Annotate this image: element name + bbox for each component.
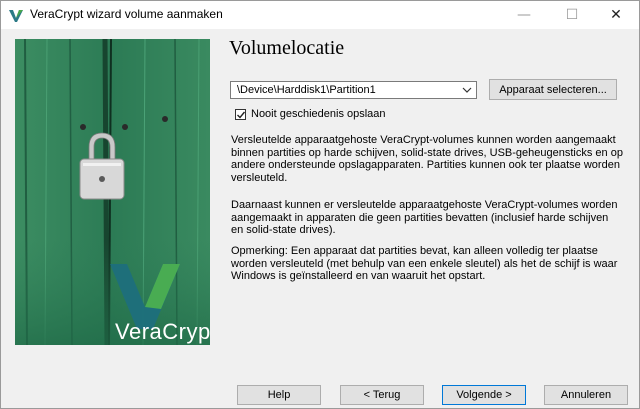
never-save-history-option[interactable]: Nooit geschiedenis opslaan xyxy=(235,107,386,121)
wizard-window: VeraCrypt wizard volume aanmaken — ☐ ✕ V… xyxy=(0,0,640,409)
info-paragraph-3: Opmerking: Een apparaat dat partities be… xyxy=(231,245,618,283)
select-device-button[interactable]: Apparaat selecteren... xyxy=(489,79,617,100)
never-save-history-label: Nooit geschiedenis opslaan xyxy=(251,108,386,120)
back-button[interactable]: < Terug xyxy=(340,385,424,405)
help-button[interactable]: Help xyxy=(237,385,321,405)
checkmark-icon xyxy=(237,111,246,119)
chevron-down-icon[interactable] xyxy=(461,83,473,97)
minimize-button[interactable]: — xyxy=(501,1,547,29)
info-paragraph-2: Daarnaast kunnen er versleutelde apparaa… xyxy=(231,199,618,237)
wizard-side-image: VeraCrypt xyxy=(15,39,210,345)
device-path-value: \Device\Harddisk1\Partition1 xyxy=(237,84,376,96)
title-bar[interactable]: VeraCrypt wizard volume aanmaken — ☐ ✕ xyxy=(1,1,639,29)
never-save-history-checkbox[interactable] xyxy=(235,108,246,120)
veracrypt-brand-text: VeraCrypt xyxy=(115,319,210,344)
device-path-combobox[interactable]: \Device\Harddisk1\Partition1 xyxy=(230,81,477,99)
page-title: Volumelocatie xyxy=(229,37,345,59)
close-button[interactable]: ✕ xyxy=(593,1,639,29)
info-paragraph-1: Versleutelde apparaatgehoste VeraCrypt-v… xyxy=(231,134,623,184)
cancel-button[interactable]: Annuleren xyxy=(544,385,628,405)
window-title: VeraCrypt wizard volume aanmaken xyxy=(30,7,223,21)
maximize-button[interactable]: ☐ xyxy=(549,1,595,29)
veracrypt-logo-icon xyxy=(8,7,24,23)
next-button[interactable]: Volgende > xyxy=(442,385,526,405)
